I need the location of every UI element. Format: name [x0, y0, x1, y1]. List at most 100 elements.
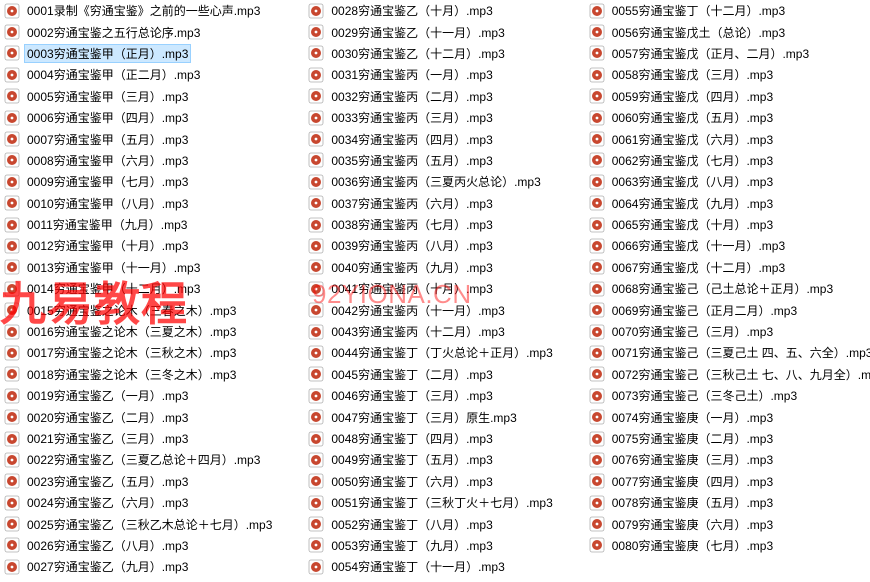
file-item[interactable]: 0014穷通宝鉴甲（十二月）.mp3: [0, 278, 279, 299]
file-item[interactable]: 0010穷通宝鉴甲（八月）.mp3: [0, 193, 279, 214]
file-item[interactable]: 0080穷通宝鉴庚（七月）.mp3: [585, 535, 870, 556]
file-item[interactable]: 0061穷通宝鉴戊（六月）.mp3: [585, 128, 870, 149]
file-item[interactable]: 0064穷通宝鉴戊（九月）.mp3: [585, 193, 870, 214]
file-item[interactable]: 0077穷通宝鉴庚（四月）.mp3: [585, 471, 870, 492]
file-item[interactable]: 0068穷通宝鉴己（己土总论＋正月）.mp3: [585, 278, 870, 299]
file-item[interactable]: 0062穷通宝鉴戊（七月）.mp3: [585, 150, 870, 171]
file-item[interactable]: 0069穷通宝鉴己（正月二月）.mp3: [585, 299, 870, 320]
file-item[interactable]: 0053穷通宝鉴丁（九月）.mp3: [304, 535, 559, 556]
file-item[interactable]: 0059穷通宝鉴戊（四月）.mp3: [585, 86, 870, 107]
file-item[interactable]: 0006穷通宝鉴甲（四月）.mp3: [0, 107, 279, 128]
file-item[interactable]: 0066穷通宝鉴戊（十一月）.mp3: [585, 235, 870, 256]
file-item[interactable]: 0008穷通宝鉴甲（六月）.mp3: [0, 150, 279, 171]
file-name-label: 0063穷通宝鉴戊（八月）.mp3: [609, 172, 776, 191]
file-item[interactable]: 0050穷通宝鉴丁（六月）.mp3: [304, 471, 559, 492]
file-item[interactable]: 0001录制《穷通宝鉴》之前的一些心声.mp3: [0, 0, 279, 21]
file-item[interactable]: 0031穷通宝鉴丙（一月）.mp3: [304, 64, 559, 85]
file-item[interactable]: 0027穷通宝鉴乙（九月）.mp3: [0, 556, 279, 577]
file-item[interactable]: 0063穷通宝鉴戊（八月）.mp3: [585, 171, 870, 192]
audio-file-icon: [4, 537, 20, 553]
file-item[interactable]: 0042穷通宝鉴丙（十一月）.mp3: [304, 299, 559, 320]
file-item[interactable]: 0040穷通宝鉴丙（九月）.mp3: [304, 257, 559, 278]
audio-file-icon: [589, 259, 605, 275]
file-item[interactable]: 0048穷通宝鉴丁（四月）.mp3: [304, 428, 559, 449]
file-item[interactable]: 0075穷通宝鉴庚（二月）.mp3: [585, 428, 870, 449]
file-item[interactable]: 0046穷通宝鉴丁（三月）.mp3: [304, 385, 559, 406]
file-item[interactable]: 0041穷通宝鉴丙（十月）.mp3: [304, 278, 559, 299]
file-item[interactable]: 0038穷通宝鉴丙（七月）.mp3: [304, 214, 559, 235]
file-item[interactable]: 0033穷通宝鉴丙（三月）.mp3: [304, 107, 559, 128]
file-item[interactable]: 0044穷通宝鉴丁（丁火总论＋正月）.mp3: [304, 342, 559, 363]
file-item[interactable]: 0047穷通宝鉴丁（三月）原生.mp3: [304, 406, 559, 427]
audio-file-icon: [4, 110, 20, 126]
file-item[interactable]: 0076穷通宝鉴庚（三月）.mp3: [585, 449, 870, 470]
audio-file-icon: [4, 259, 20, 275]
file-item[interactable]: 0024穷通宝鉴乙（六月）.mp3: [0, 492, 279, 513]
file-item[interactable]: 0073穷通宝鉴己（三冬己土）.mp3: [585, 385, 870, 406]
file-item[interactable]: 0065穷通宝鉴戊（十月）.mp3: [585, 214, 870, 235]
file-item[interactable]: 0045穷通宝鉴丁（二月）.mp3: [304, 364, 559, 385]
file-item[interactable]: 0054穷通宝鉴丁（十一月）.mp3: [304, 556, 559, 577]
file-item[interactable]: 0070穷通宝鉴己（三月）.mp3: [585, 321, 870, 342]
file-item[interactable]: 0049穷通宝鉴丁（五月）.mp3: [304, 449, 559, 470]
file-item[interactable]: 0028穷通宝鉴乙（十月）.mp3: [304, 0, 559, 21]
file-item[interactable]: 0055穷通宝鉴丁（十二月）.mp3: [585, 0, 870, 21]
file-item[interactable]: 0056穷通宝鉴戊土（总论）.mp3: [585, 21, 870, 42]
file-item[interactable]: 0018穷通宝鉴之论木（三冬之木）.mp3: [0, 364, 279, 385]
file-item[interactable]: 0043穷通宝鉴丙（十二月）.mp3: [304, 321, 559, 342]
file-list: 0001录制《穷通宝鉴》之前的一些心声.mp30002穷通宝鉴之五行总论序.mp…: [0, 0, 870, 580]
file-item[interactable]: 0003穷通宝鉴甲（正月）.mp3: [0, 43, 279, 64]
file-item[interactable]: 0078穷通宝鉴庚（五月）.mp3: [585, 492, 870, 513]
file-item[interactable]: 0035穷通宝鉴丙（五月）.mp3: [304, 150, 559, 171]
file-item[interactable]: 0005穷通宝鉴甲（三月）.mp3: [0, 86, 279, 107]
file-item[interactable]: 0007穷通宝鉴甲（五月）.mp3: [0, 128, 279, 149]
file-item[interactable]: 0058穷通宝鉴戊（三月）.mp3: [585, 64, 870, 85]
file-item[interactable]: 0029穷通宝鉴乙（十一月）.mp3: [304, 21, 559, 42]
file-item[interactable]: 0057穷通宝鉴戊（正月、二月）.mp3: [585, 43, 870, 64]
file-name-label: 0070穷通宝鉴己（三月）.mp3: [609, 322, 776, 341]
file-item[interactable]: 0074穷通宝鉴庚（一月）.mp3: [585, 406, 870, 427]
file-name-label: 0018穷通宝鉴之论木（三冬之木）.mp3: [24, 365, 239, 384]
file-name-label: 0064穷通宝鉴戊（九月）.mp3: [609, 194, 776, 213]
file-item[interactable]: 0015穷通宝鉴之论木（三春之木）.mp3: [0, 299, 279, 320]
file-item[interactable]: 0051穷通宝鉴丁（三秋丁火＋七月）.mp3: [304, 492, 559, 513]
audio-file-icon: [308, 537, 324, 553]
audio-file-icon: [589, 152, 605, 168]
file-name-label: 0017穷通宝鉴之论木（三秋之木）.mp3: [24, 343, 239, 362]
file-item[interactable]: 0032穷通宝鉴丙（二月）.mp3: [304, 86, 559, 107]
file-name-label: 0049穷通宝鉴丁（五月）.mp3: [328, 450, 495, 469]
file-item[interactable]: 0011穷通宝鉴甲（九月）.mp3: [0, 214, 279, 235]
file-item[interactable]: 0021穷通宝鉴乙（三月）.mp3: [0, 428, 279, 449]
file-item[interactable]: 0071穷通宝鉴己（三夏己土 四、五、六全）.mp3: [585, 342, 870, 363]
file-item[interactable]: 0026穷通宝鉴乙（八月）.mp3: [0, 535, 279, 556]
file-item[interactable]: 0030穷通宝鉴乙（十二月）.mp3: [304, 43, 559, 64]
file-item[interactable]: 0036穷通宝鉴丙（三夏丙火总论）.mp3: [304, 171, 559, 192]
file-item[interactable]: 0079穷通宝鉴庚（六月）.mp3: [585, 513, 870, 534]
file-item[interactable]: 0012穷通宝鉴甲（十月）.mp3: [0, 235, 279, 256]
file-name-label: 0010穷通宝鉴甲（八月）.mp3: [24, 194, 191, 213]
file-item[interactable]: 0072穷通宝鉴己（三秋己土 七、八、九月全）.mp3: [585, 364, 870, 385]
file-item[interactable]: 0002穷通宝鉴之五行总论序.mp3: [0, 21, 279, 42]
file-name-label: 0006穷通宝鉴甲（四月）.mp3: [24, 108, 191, 127]
file-item[interactable]: 0025穷通宝鉴乙（三秋乙木总论＋七月）.mp3: [0, 513, 279, 534]
file-name-label: 0043穷通宝鉴丙（十二月）.mp3: [328, 322, 507, 341]
file-item[interactable]: 0052穷通宝鉴丁（八月）.mp3: [304, 513, 559, 534]
file-item[interactable]: 0039穷通宝鉴丙（八月）.mp3: [304, 235, 559, 256]
file-item[interactable]: 0067穷通宝鉴戊（十二月）.mp3: [585, 257, 870, 278]
file-item[interactable]: 0004穷通宝鉴甲（正二月）.mp3: [0, 64, 279, 85]
file-item[interactable]: 0022穷通宝鉴乙（三夏乙总论＋四月）.mp3: [0, 449, 279, 470]
audio-file-icon: [589, 452, 605, 468]
file-item[interactable]: 0019穷通宝鉴乙（一月）.mp3: [0, 385, 279, 406]
file-item[interactable]: 0023穷通宝鉴乙（五月）.mp3: [0, 471, 279, 492]
file-item[interactable]: 0020穷通宝鉴乙（二月）.mp3: [0, 406, 279, 427]
file-item[interactable]: 0009穷通宝鉴甲（七月）.mp3: [0, 171, 279, 192]
file-item[interactable]: 0013穷通宝鉴甲（十一月）.mp3: [0, 257, 279, 278]
audio-file-icon: [308, 195, 324, 211]
file-item[interactable]: 0034穷通宝鉴丙（四月）.mp3: [304, 128, 559, 149]
file-item[interactable]: 0037穷通宝鉴丙（六月）.mp3: [304, 193, 559, 214]
audio-file-icon: [4, 24, 20, 40]
file-item[interactable]: 0017穷通宝鉴之论木（三秋之木）.mp3: [0, 342, 279, 363]
file-item[interactable]: 0016穷通宝鉴之论木（三夏之木）.mp3: [0, 321, 279, 342]
file-name-label: 0052穷通宝鉴丁（八月）.mp3: [328, 515, 495, 534]
file-item[interactable]: 0060穷通宝鉴戊（五月）.mp3: [585, 107, 870, 128]
